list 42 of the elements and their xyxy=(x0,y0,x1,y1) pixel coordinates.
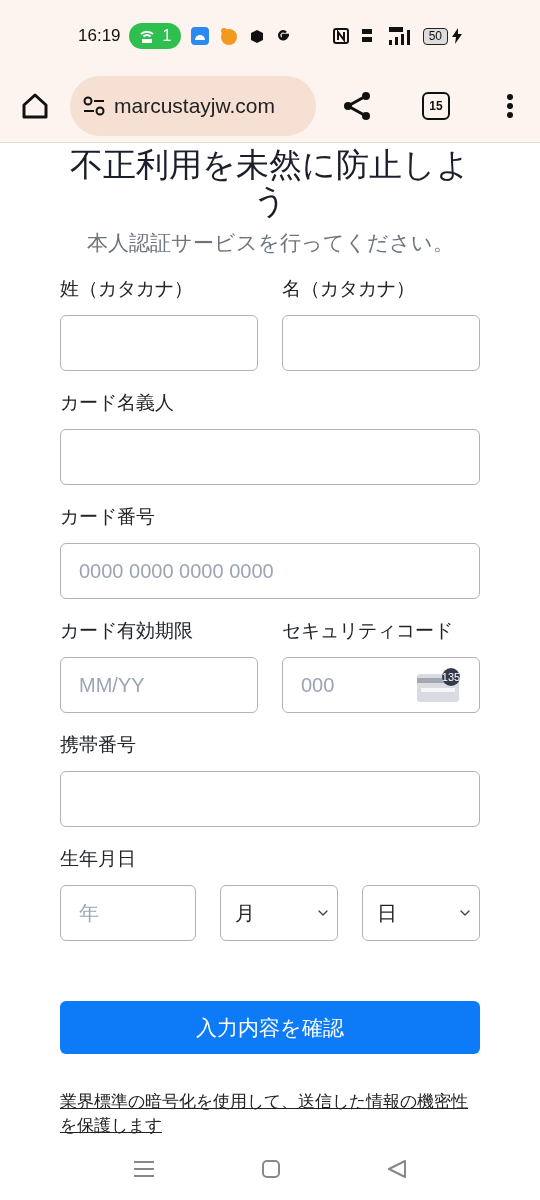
address-bar[interactable]: marcustayjw.com xyxy=(70,76,316,136)
app-icon xyxy=(219,27,240,45)
back-icon[interactable] xyxy=(388,1160,406,1178)
input-field[interactable] xyxy=(282,314,480,371)
input-field[interactable] xyxy=(60,428,480,485)
placeholder-text: 0000 0000 0000 0000 xyxy=(79,558,275,584)
select-field[interactable]: 月 xyxy=(220,884,338,941)
field-label: 携帯番号 xyxy=(60,732,137,757)
hotspot-icon xyxy=(138,28,155,44)
field-label: カード名義人 xyxy=(60,390,175,415)
input-field[interactable] xyxy=(60,770,480,827)
subtitle-text: 本人認証サービスを行ってください。 xyxy=(85,230,455,256)
menu-icon[interactable] xyxy=(506,93,514,119)
page-heading: 不正利用を未然に防止しよう xyxy=(69,147,471,219)
encryption-notice-link[interactable]: 業界標準の暗号化を使用して、送信した情報の機密性を保護します xyxy=(60,1090,480,1138)
home-nav-icon[interactable] xyxy=(262,1160,280,1178)
clock-text: 16:19 xyxy=(78,25,121,48)
hotspot-pill: 1 xyxy=(128,23,182,49)
security-code-field[interactable]: 000 135 xyxy=(282,656,480,713)
home-icon[interactable] xyxy=(20,91,50,121)
tab-count-button[interactable]: 15 xyxy=(422,92,450,120)
url-text: marcustayjw.com xyxy=(114,93,276,120)
site-settings-icon[interactable] xyxy=(82,95,106,117)
field-label: カード番号 xyxy=(60,504,156,529)
field-label: セキュリティコード xyxy=(282,618,454,643)
placeholder-text: MM/YY xyxy=(79,672,146,698)
charging-icon xyxy=(452,28,462,44)
field-label: 姓（カタカナ） xyxy=(60,276,194,301)
android-app-icon xyxy=(191,27,210,45)
recent-apps-icon[interactable] xyxy=(134,1161,154,1177)
share-icon[interactable] xyxy=(342,91,372,121)
select-field[interactable]: 日 xyxy=(362,884,480,941)
placeholder-text: 年 xyxy=(79,900,99,926)
field-label: 名（カタカナ） xyxy=(282,276,416,301)
placeholder-text: 000 xyxy=(301,672,336,698)
battery-indicator: 50 xyxy=(422,27,448,45)
nfc-icon xyxy=(332,28,349,44)
field-label: カード有効期限 xyxy=(60,618,194,643)
cube-app-icon xyxy=(249,28,266,44)
confirm-button[interactable]: 入力内容を確認 xyxy=(60,1000,480,1054)
input-field[interactable] xyxy=(60,314,258,371)
field-label: 生年月日 xyxy=(60,846,137,871)
